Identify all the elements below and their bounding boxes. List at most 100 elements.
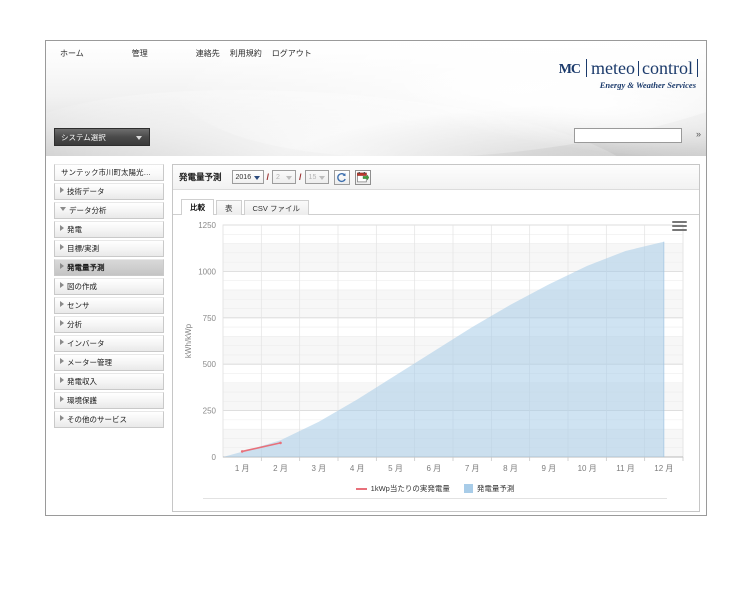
- search-box[interactable]: [574, 128, 682, 146]
- chevron-right-icon: [60, 377, 64, 383]
- chart-legend: 1kWp当たりの実発電量 発電量予測: [177, 483, 693, 494]
- svg-text:1000: 1000: [198, 267, 216, 276]
- sidebar-item-target-actual[interactable]: 目標/実測: [54, 240, 164, 257]
- sidebar-item-data-analysis[interactable]: データ分析: [54, 202, 164, 219]
- legend-item-forecast[interactable]: 発電量予測: [463, 483, 515, 494]
- sidebar-item-plant[interactable]: サンテック市川町太陽光…: [54, 164, 164, 181]
- panel-divider: [203, 498, 667, 500]
- tab-table[interactable]: 表: [216, 200, 242, 215]
- sidebar-item-label: メーター管理: [67, 358, 112, 367]
- sidebar-item-label: 環境保護: [67, 396, 97, 405]
- sidebar-navigation: サンテック市川町太陽光… 技術データ データ分析 発電 目標/実測 発電量予測 …: [54, 164, 164, 430]
- date-separator-2: /: [299, 172, 302, 182]
- chevron-right-icon: [60, 282, 64, 288]
- chevron-down-icon: [318, 176, 325, 180]
- nav-contact[interactable]: 連絡先: [196, 48, 220, 59]
- svg-text:500: 500: [203, 360, 217, 369]
- nav-home[interactable]: ホーム: [60, 48, 84, 59]
- sidebar-item-label: 発電収入: [67, 377, 97, 386]
- nav-logout[interactable]: ログアウト: [272, 48, 312, 59]
- tab-label: CSV ファイル: [252, 204, 301, 213]
- svg-text:3 月: 3 月: [311, 464, 326, 473]
- refresh-button[interactable]: [333, 169, 350, 185]
- sidebar-item-power-revenue[interactable]: 発電収入: [54, 373, 164, 390]
- sidebar-item-sensor[interactable]: センサ: [54, 297, 164, 314]
- chevron-right-icon: [60, 225, 64, 231]
- svg-text:11 月: 11 月: [616, 464, 635, 473]
- legend-label: 発電量予測: [476, 484, 515, 493]
- svg-text:750: 750: [203, 314, 217, 323]
- svg-text:0: 0: [212, 453, 217, 462]
- sidebar-item-label: サンテック市川町太陽光…: [61, 168, 151, 177]
- chevron-down-icon: [286, 176, 293, 180]
- sidebar-item-power-generation[interactable]: 発電: [54, 221, 164, 238]
- svg-text:8 月: 8 月: [503, 464, 518, 473]
- system-select-dropdown[interactable]: システム選択: [54, 128, 150, 146]
- legend-item-actual[interactable]: 1kWp当たりの実発電量: [355, 483, 450, 494]
- sidebar-item-meter-management[interactable]: メーター管理: [54, 354, 164, 371]
- sidebar-item-generation-forecast[interactable]: 発電量予測: [54, 259, 164, 276]
- sidebar-item-label: 発電: [67, 225, 82, 234]
- logo-tagline: Energy & Weather Services: [599, 80, 696, 90]
- svg-text:6 月: 6 月: [426, 464, 441, 473]
- tab-csv[interactable]: CSV ファイル: [243, 200, 310, 215]
- svg-text:7 月: 7 月: [465, 464, 480, 473]
- chevron-right-icon: [60, 339, 64, 345]
- sidebar-item-label: センサ: [67, 301, 90, 310]
- svg-text:1 月: 1 月: [235, 464, 250, 473]
- sidebar-item-label: 図の作成: [67, 282, 97, 291]
- svg-text:1250: 1250: [198, 221, 216, 230]
- application-window: ホーム 管理 連絡先 利用規約 ログアウト mc meteo control Energy…: [45, 40, 707, 516]
- search-submit-button[interactable]: »: [696, 129, 701, 139]
- legend-label: 1kWp当たりの実発電量: [370, 484, 450, 493]
- chevron-right-icon: [60, 358, 64, 364]
- sidebar-item-analysis[interactable]: 分析: [54, 316, 164, 333]
- page-title: 発電量予測: [179, 172, 222, 182]
- month-select[interactable]: 2: [272, 170, 297, 184]
- svg-text:10 月: 10 月: [578, 464, 597, 473]
- brand-logo: mc meteo control Energy & Weather Service…: [559, 57, 698, 90]
- logo-word-control: control: [642, 58, 693, 78]
- sidebar-item-label: 分析: [67, 320, 82, 329]
- svg-text:5 月: 5 月: [388, 464, 403, 473]
- chevron-down-icon: [136, 136, 142, 140]
- sidebar-item-other-services[interactable]: その他のサービス: [54, 411, 164, 428]
- svg-text:250: 250: [203, 407, 217, 416]
- year-select[interactable]: 2016: [231, 170, 264, 184]
- chart-container: 0 250 500 750 1000 1250 kWh/kWp 1 月 2 月 3 月 4 月 5 月…: [173, 215, 699, 511]
- system-bar: システム選択 »: [46, 128, 706, 148]
- svg-text:4 月: 4 月: [350, 464, 365, 473]
- content-panel: 発電量予測 2016 / 2 / 15 比較 表 CSV ファイル 0 250 …: [172, 164, 700, 512]
- legend-area-swatch: [463, 484, 473, 493]
- day-select-value: 15: [308, 173, 317, 181]
- svg-text:kWh/kWp: kWh/kWp: [184, 323, 193, 358]
- nav-terms[interactable]: 利用規約: [230, 48, 262, 59]
- tab-label: 比較: [190, 203, 205, 212]
- sidebar-item-technical-data[interactable]: 技術データ: [54, 183, 164, 200]
- sidebar-item-label: その他のサービス: [67, 415, 127, 424]
- nav-admin[interactable]: 管理: [132, 48, 148, 59]
- sidebar-item-label: インバータ: [67, 339, 105, 348]
- chevron-down-icon: [60, 207, 66, 211]
- sidebar-item-chart-creation[interactable]: 図の作成: [54, 278, 164, 295]
- search-input[interactable]: [575, 133, 681, 146]
- page-banner: ホーム 管理 連絡先 利用規約 ログアウト mc meteo control Energy…: [46, 41, 706, 156]
- sidebar-item-inverter[interactable]: インバータ: [54, 335, 164, 352]
- system-select-label: システム選択: [61, 133, 106, 142]
- chevron-right-icon: [60, 320, 64, 326]
- chevron-right-icon: [60, 187, 64, 193]
- chevron-right-icon: [60, 396, 64, 402]
- tab-comparison[interactable]: 比較: [181, 199, 214, 215]
- day-select[interactable]: 15: [304, 170, 329, 184]
- chevron-right-icon: [60, 301, 64, 307]
- content-toolbar: 発電量予測 2016 / 2 / 15: [173, 165, 699, 190]
- sidebar-item-environmental[interactable]: 環境保護: [54, 392, 164, 409]
- sidebar-item-label: 目標/実測: [67, 244, 100, 253]
- hamburger-menu-icon[interactable]: [672, 221, 687, 234]
- chevron-right-icon: [60, 244, 64, 250]
- calendar-export-button[interactable]: [354, 169, 371, 185]
- date-separator-1: /: [266, 172, 270, 182]
- content-tabs: 比較 表 CSV ファイル: [173, 190, 699, 215]
- svg-text:9 月: 9 月: [541, 464, 556, 473]
- generation-forecast-chart: 0 250 500 750 1000 1250 kWh/kWp 1 月 2 月 3 月 4 月 5 月…: [184, 221, 684, 473]
